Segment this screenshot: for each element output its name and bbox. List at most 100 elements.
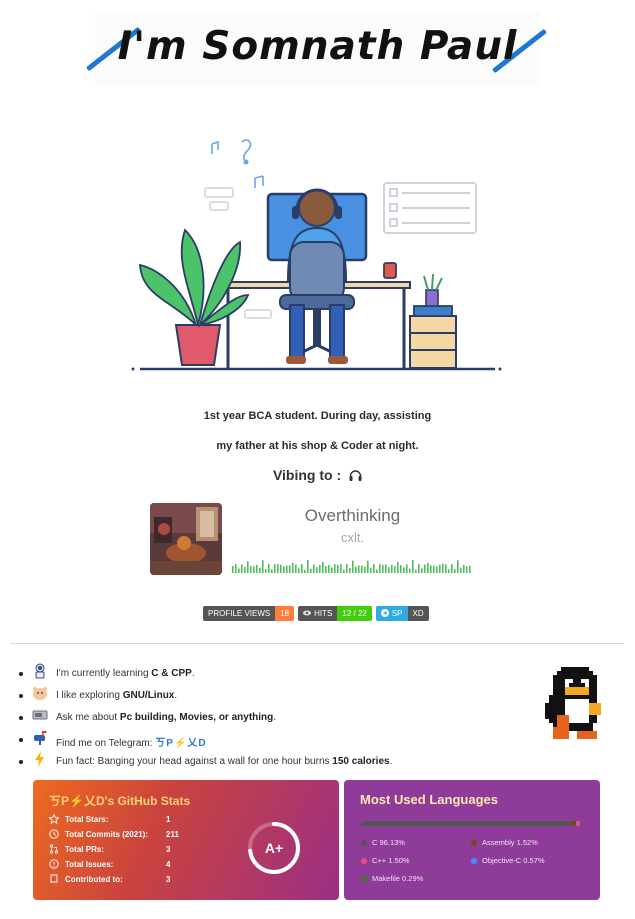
visualizer-bar [355, 566, 357, 573]
stat-row: Total Issues: 4 [49, 857, 170, 871]
profile-views-badge[interactable]: PROFILE VIEWS 18 [203, 606, 295, 621]
visualizer-bar [310, 568, 312, 573]
rank-ring: A+ [248, 822, 300, 874]
language-bar-segment [361, 821, 573, 826]
stat-row: Total Commits (2021): 211 [49, 827, 179, 841]
visualizer-bar [415, 569, 417, 573]
badge-value: XD [407, 606, 429, 621]
visualizer-bar [451, 564, 453, 573]
visualizer-bar [433, 565, 435, 573]
visualizer-bar [427, 562, 429, 573]
star-icon [49, 814, 59, 824]
list-item: Find me on Telegram: ㄎP⚡乂D [19, 728, 529, 750]
visualizer-bar [364, 566, 366, 573]
list-item: I'm currently learning C & CPP. [19, 662, 529, 684]
visualizer-bar [346, 564, 348, 573]
highlight: 150 calories [332, 756, 390, 767]
visualizer-bar [448, 569, 450, 573]
hits-badge[interactable]: HITS 12 / 22 [298, 606, 372, 621]
visualizer-bar [319, 565, 321, 573]
divider [10, 643, 624, 644]
rank-text: A+ [265, 840, 283, 856]
visualizer-bar [379, 564, 381, 573]
visualizer-bar [358, 565, 360, 573]
visualizer-bar [424, 564, 426, 573]
computer-icon [32, 710, 48, 720]
vibing-heading: Vibing to : [0, 467, 635, 483]
stat-row: Total PRs: 3 [49, 842, 170, 856]
issue-icon [49, 859, 59, 869]
badge-value: 18 [275, 606, 295, 621]
visualizer-bar [445, 564, 447, 573]
visualizer-bar [280, 564, 282, 573]
visualizer-bar [316, 567, 318, 573]
visualizer-bar [421, 568, 423, 573]
language-item: Makefile 0.29% [361, 874, 423, 883]
visualizer-bar [262, 560, 264, 573]
visualizer-bar [301, 564, 303, 573]
developer-illustration [131, 139, 502, 371]
badge-value: 12 / 22 [337, 606, 372, 621]
visualizer-bar [298, 568, 300, 573]
visualizer-bar [268, 564, 270, 573]
visualizer-bar [397, 561, 399, 573]
visualizer-bar [382, 564, 384, 573]
languages-bar [361, 821, 581, 826]
pull-request-icon [49, 844, 59, 854]
astronaut-icon [35, 663, 45, 679]
visualizer-bar [256, 564, 258, 573]
visualizer-bar [391, 564, 393, 573]
visualizer-bar [466, 566, 468, 573]
song-title[interactable]: Overthinking [230, 506, 475, 526]
visualizer-bar [313, 564, 315, 573]
language-item: C 96.13% [361, 838, 405, 847]
list-item: Fun fact: Banging your head against a wa… [19, 750, 529, 772]
stat-row: Total Stars: 1 [49, 812, 170, 826]
visualizer-bar [283, 566, 285, 573]
languages-card[interactable]: Most Used Languages C 96.13% Assembly 1.… [344, 780, 600, 900]
visualizer-bar [406, 564, 408, 573]
github-stats-card[interactable]: ㄎP⚡乂D's GitHub Stats Total Stars: 1 Total… [33, 780, 339, 900]
eye-icon [303, 610, 312, 616]
lightning-icon [35, 751, 44, 767]
bio-line-1: 1st year BCA student. During day, assist… [203, 410, 432, 422]
badge-key: HITS [298, 606, 338, 621]
visualizer-bar [232, 566, 234, 573]
visualizer-bar [247, 561, 249, 573]
visualizer-bar [271, 569, 273, 573]
languages-title: Most Used Languages [360, 792, 498, 807]
visualizer-bar [385, 564, 387, 573]
song-artist[interactable]: cxlt. [230, 530, 475, 545]
visualizer-bar [307, 560, 309, 573]
visualizer-bar [388, 567, 390, 573]
visualizer-bar [367, 560, 369, 573]
visualizer-bar [277, 563, 279, 573]
visualizer-bar [361, 565, 363, 573]
badge-row: PROFILE VIEWS 18 HITS 12 / 22 SP XD [203, 606, 429, 621]
language-dot [361, 839, 367, 846]
visualizer-bar [457, 560, 459, 573]
badge-key: PROFILE VIEWS [203, 606, 276, 621]
visualizer-bar [439, 564, 441, 573]
album-cover[interactable] [150, 503, 222, 575]
highlight: Pc building, Movies, or anything [119, 712, 274, 723]
telegram-link[interactable]: ㄎP⚡乂D [155, 738, 206, 749]
visualizer-bar [349, 568, 351, 573]
language-dot [471, 839, 477, 846]
language-dot [361, 857, 367, 864]
visualizer-bar [244, 567, 246, 573]
language-dot [361, 875, 367, 882]
telegram-icon [380, 609, 389, 617]
list-item: Ask me about Pc building, Movies, or any… [19, 706, 529, 728]
visualizer-bar [343, 569, 345, 573]
visualizer-bar [286, 565, 288, 573]
visualizer-bar [322, 561, 324, 573]
telegram-badge[interactable]: SP XD [375, 606, 429, 621]
language-bar-segment [580, 821, 581, 826]
visualizer-bar [340, 564, 342, 573]
stats-title: ㄎP⚡乂D's GitHub Stats [49, 794, 191, 808]
visualizer-bar [292, 562, 294, 573]
language-item: Objective-C 0.57% [471, 856, 545, 865]
visualizer-bar [442, 563, 444, 573]
visualizer-bar [463, 564, 465, 573]
